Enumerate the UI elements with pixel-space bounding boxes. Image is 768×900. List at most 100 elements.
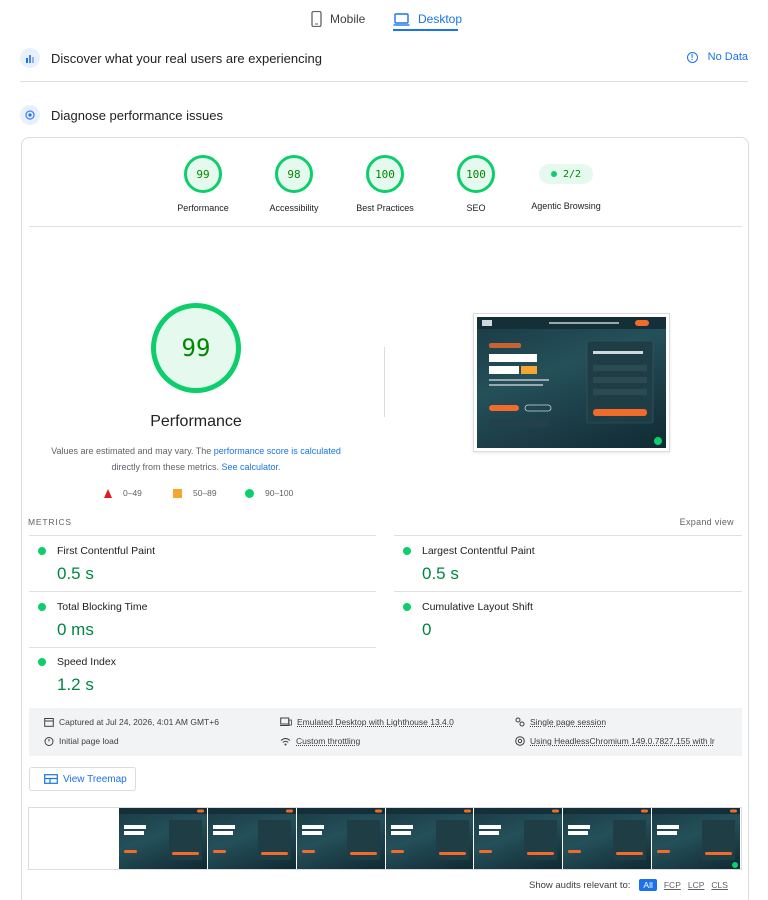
vertical-divider	[384, 347, 385, 417]
browser-info[interactable]: Using HeadlessChromium 149.0.7827.155 wi…	[515, 736, 715, 746]
metric-value: 0.5 s	[57, 564, 94, 583]
metric-speed-index: Speed Index 1.2 s	[38, 656, 368, 695]
category-agentic-browsing[interactable]: 2/2 Agentic Browsing	[526, 155, 606, 211]
score-gauge: 98	[275, 155, 313, 193]
field-data-section: Discover what your real users are experi…	[20, 43, 748, 73]
expand-view-toggle[interactable]: Expand view	[680, 517, 734, 527]
tab-mobile[interactable]: Mobile	[311, 6, 365, 32]
metric-tbt: Total Blocking Time 0 ms	[38, 601, 368, 640]
agentic-score: 2/2	[562, 168, 582, 180]
metric-divider	[29, 647, 376, 648]
filmstrip-frame	[652, 808, 740, 869]
metric-name: First Contentful Paint	[57, 545, 156, 557]
metric-divider	[29, 591, 376, 592]
pass-dot	[403, 547, 411, 555]
note-text: Values are estimated and may vary. The	[51, 446, 214, 456]
category-seo[interactable]: 100 SEO	[436, 155, 516, 213]
category-label: Performance	[177, 203, 229, 213]
calendar-icon	[44, 718, 54, 727]
score-gauge: 100	[457, 155, 495, 193]
green-circle-icon	[245, 488, 254, 498]
performance-score-link[interactable]: performance score is calculated	[214, 446, 341, 456]
treemap-icon	[44, 774, 58, 784]
tab-mobile-label: Mobile	[330, 12, 366, 26]
tab-desktop-label: Desktop	[418, 12, 463, 26]
pass-dot	[550, 171, 557, 177]
metric-name: Total Blocking Time	[57, 601, 148, 613]
category-label: Accessibility	[269, 203, 319, 213]
filmstrip-frame	[385, 808, 474, 869]
legend-range: 0–49	[123, 488, 142, 498]
filmstrip-frame	[296, 808, 385, 869]
metric-name: Largest Contentful Paint	[422, 545, 535, 557]
laptop-icon	[393, 12, 410, 26]
gauges-divider	[29, 226, 742, 227]
audit-filter: Show audits relevant to: All FCP LCP CLS	[529, 879, 728, 891]
wifi-icon	[280, 737, 291, 745]
session-info[interactable]: Single page session	[515, 717, 606, 727]
orange-square-icon	[173, 488, 182, 498]
category-accessibility[interactable]: 98 Accessibility	[254, 155, 334, 213]
filmstrip	[28, 807, 742, 870]
throttling-info[interactable]: Custom throttling	[280, 736, 360, 746]
runtime-settings	[29, 708, 742, 756]
metric-value: 1.2 s	[57, 675, 94, 694]
filmstrip-frame	[207, 808, 296, 869]
red-triangle-icon	[104, 488, 112, 498]
filmstrip-frame	[118, 808, 207, 869]
metric-value: 0.5 s	[422, 564, 459, 583]
page-load-text: Initial page load	[59, 736, 119, 746]
view-treemap-button[interactable]: View Treemap	[29, 767, 136, 791]
pass-dot	[38, 547, 46, 555]
pass-dot	[403, 603, 411, 611]
metric-name: Cumulative Layout Shift	[422, 601, 533, 613]
filter-chip-fcp[interactable]: FCP	[664, 880, 681, 890]
metric-lcp: Largest Contentful Paint 0.5 s	[403, 545, 733, 584]
filmstrip-frame-blank	[29, 808, 119, 869]
metric-divider	[394, 591, 742, 592]
legend-average: 50–89	[173, 488, 217, 498]
timer-icon	[44, 737, 54, 746]
category-label: Agentic Browsing	[531, 201, 601, 211]
active-tab-indicator	[393, 29, 458, 31]
throttling-text: Custom throttling	[296, 736, 361, 746]
treemap-label: View Treemap	[63, 773, 127, 785]
category-performance[interactable]: 99 Performance	[163, 155, 243, 213]
audit-filter-label: Show audits relevant to:	[529, 879, 631, 891]
diagnose-section: Diagnose performance issues	[20, 100, 748, 130]
filter-chip-all[interactable]: All	[639, 879, 657, 891]
score-gauge: 99	[184, 155, 222, 193]
emulated-device[interactable]: Emulated Desktop with Lighthouse 13.4.0	[280, 717, 454, 727]
no-data-indicator[interactable]: ! No Data	[686, 51, 748, 63]
diagnose-title: Diagnose performance issues	[51, 107, 223, 123]
filmstrip-frame	[563, 808, 652, 869]
page-load-info: Initial page load	[44, 736, 119, 746]
metric-divider	[29, 535, 376, 536]
no-data-label: No Data	[707, 51, 748, 63]
screenshot-image	[477, 317, 666, 448]
performance-note: Values are estimated and may vary. The p…	[46, 443, 346, 475]
emulated-text: Emulated Desktop with Lighthouse 13.4.0	[297, 717, 454, 727]
phone-icon	[311, 11, 322, 27]
category-best-practices[interactable]: 100 Best Practices	[345, 155, 425, 213]
legend-pass: 90–100	[245, 488, 293, 498]
filter-chip-cls[interactable]: CLS	[711, 880, 728, 890]
browser-text: Using HeadlessChromium 149.0.7827.155 wi…	[530, 736, 715, 746]
pass-dot	[38, 603, 46, 611]
session-text: Single page session	[530, 717, 607, 727]
info-icon: !	[686, 51, 698, 63]
filmstrip-frame	[474, 808, 563, 869]
final-screenshot[interactable]	[473, 313, 670, 452]
lab-diagnose-icon	[20, 105, 40, 125]
note-text: directly from these metrics.	[111, 462, 222, 472]
calculator-link[interactable]: See calculator.	[221, 462, 280, 472]
category-label: Best Practices	[356, 203, 414, 213]
legend-range: 50–89	[193, 488, 217, 498]
performance-title: Performance	[150, 413, 242, 430]
device-tabs: Mobile Desktop	[0, 0, 768, 34]
field-data-title: Discover what your real users are experi…	[51, 50, 322, 66]
legend-fail: 0–49	[104, 488, 142, 498]
performance-score-gauge: 99	[151, 303, 241, 393]
captured-at: Captured at Jul 24, 2026, 4:01 AM GMT+6	[44, 717, 219, 727]
filter-chip-lcp[interactable]: LCP	[688, 880, 705, 890]
